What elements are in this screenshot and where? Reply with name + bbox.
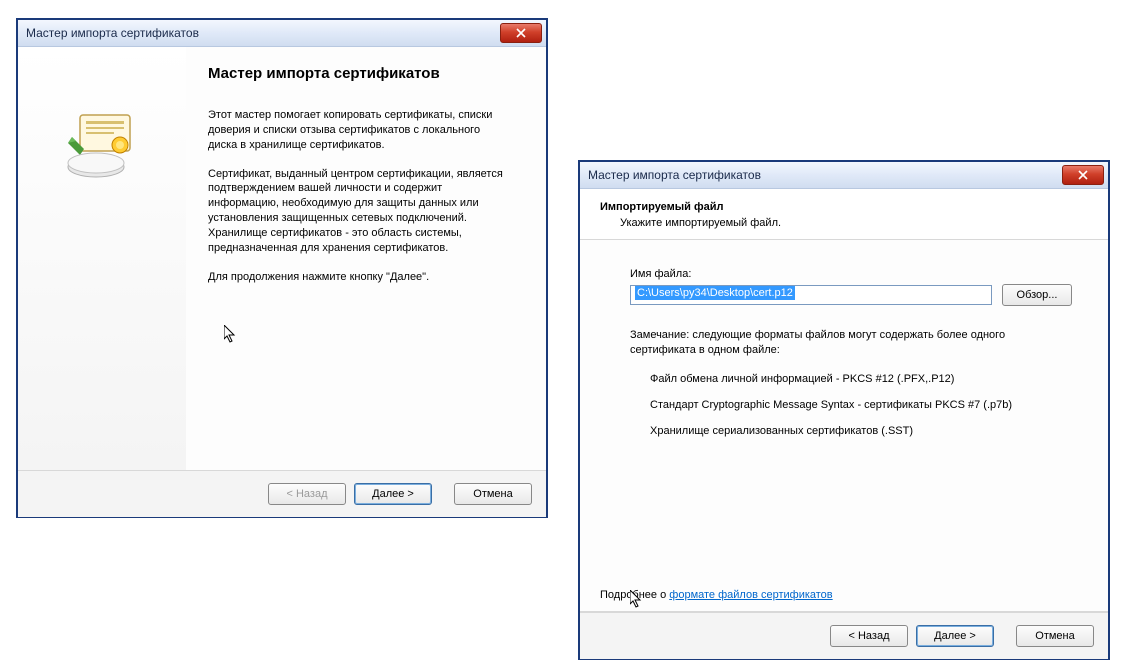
- back-button[interactable]: < Назад: [830, 625, 908, 647]
- browse-button[interactable]: Обзор...: [1002, 284, 1072, 306]
- file-path-value: C:\Users\py34\Desktop\cert.p12: [635, 286, 795, 300]
- wizard-para-2: Сертификат, выданный центром сертификаци…: [208, 167, 508, 256]
- titlebar[interactable]: Мастер импорта сертификатов: [580, 162, 1108, 189]
- close-button[interactable]: [500, 23, 542, 43]
- step-subtitle: Укажите импортируемый файл.: [600, 217, 1088, 229]
- format-item-1: Файл обмена личной информацией - PKCS #1…: [630, 373, 1072, 385]
- cancel-button[interactable]: Отмена: [1016, 625, 1094, 647]
- wizard-heading: Мастер импорта сертификатов: [208, 65, 518, 82]
- cursor-icon: [630, 590, 646, 610]
- window-title: Мастер импорта сертификатов: [26, 26, 199, 40]
- cursor-icon: [224, 325, 240, 345]
- cancel-button[interactable]: Отмена: [454, 483, 532, 505]
- file-path-input[interactable]: C:\Users\py34\Desktop\cert.p12: [630, 285, 992, 305]
- step-title: Импортируемый файл: [600, 201, 1088, 213]
- wizard-para-1: Этот мастер помогает копировать сертифик…: [208, 108, 508, 153]
- format-item-2: Стандарт Cryptographic Message Syntax - …: [630, 399, 1072, 411]
- next-button[interactable]: Далее >: [354, 483, 432, 505]
- file-label: Имя файла:: [630, 268, 1072, 280]
- format-item-3: Хранилище сериализованных сертификатов (…: [630, 425, 1072, 437]
- wizard-sidebar-image: [18, 47, 186, 470]
- learn-more-row: Подробнее о формате файлов сертификатов: [580, 589, 1108, 607]
- wizard-para-3: Для продолжения нажмите кнопку "Далее".: [208, 270, 508, 285]
- learn-link[interactable]: формате файлов сертификатов: [669, 589, 832, 601]
- note-text: Замечание: следующие форматы файлов могу…: [630, 328, 1060, 359]
- close-button[interactable]: [1062, 165, 1104, 185]
- step-header: Импортируемый файл Укажите импортируемый…: [580, 189, 1108, 240]
- window-title: Мастер импорта сертификатов: [588, 168, 761, 182]
- wizard-file-window: Мастер импорта сертификатов Импортируемы…: [578, 160, 1110, 660]
- next-button[interactable]: Далее >: [916, 625, 994, 647]
- back-button: < Назад: [268, 483, 346, 505]
- button-row: < Назад Далее > Отмена: [18, 470, 546, 517]
- close-icon: [516, 28, 526, 38]
- titlebar[interactable]: Мастер импорта сертификатов: [18, 20, 546, 47]
- certificate-icon: [62, 107, 142, 187]
- button-row: < Назад Далее > Отмена: [580, 612, 1108, 659]
- wizard-intro-window: Мастер импорта сертификатов: [16, 18, 548, 518]
- close-icon: [1078, 170, 1088, 180]
